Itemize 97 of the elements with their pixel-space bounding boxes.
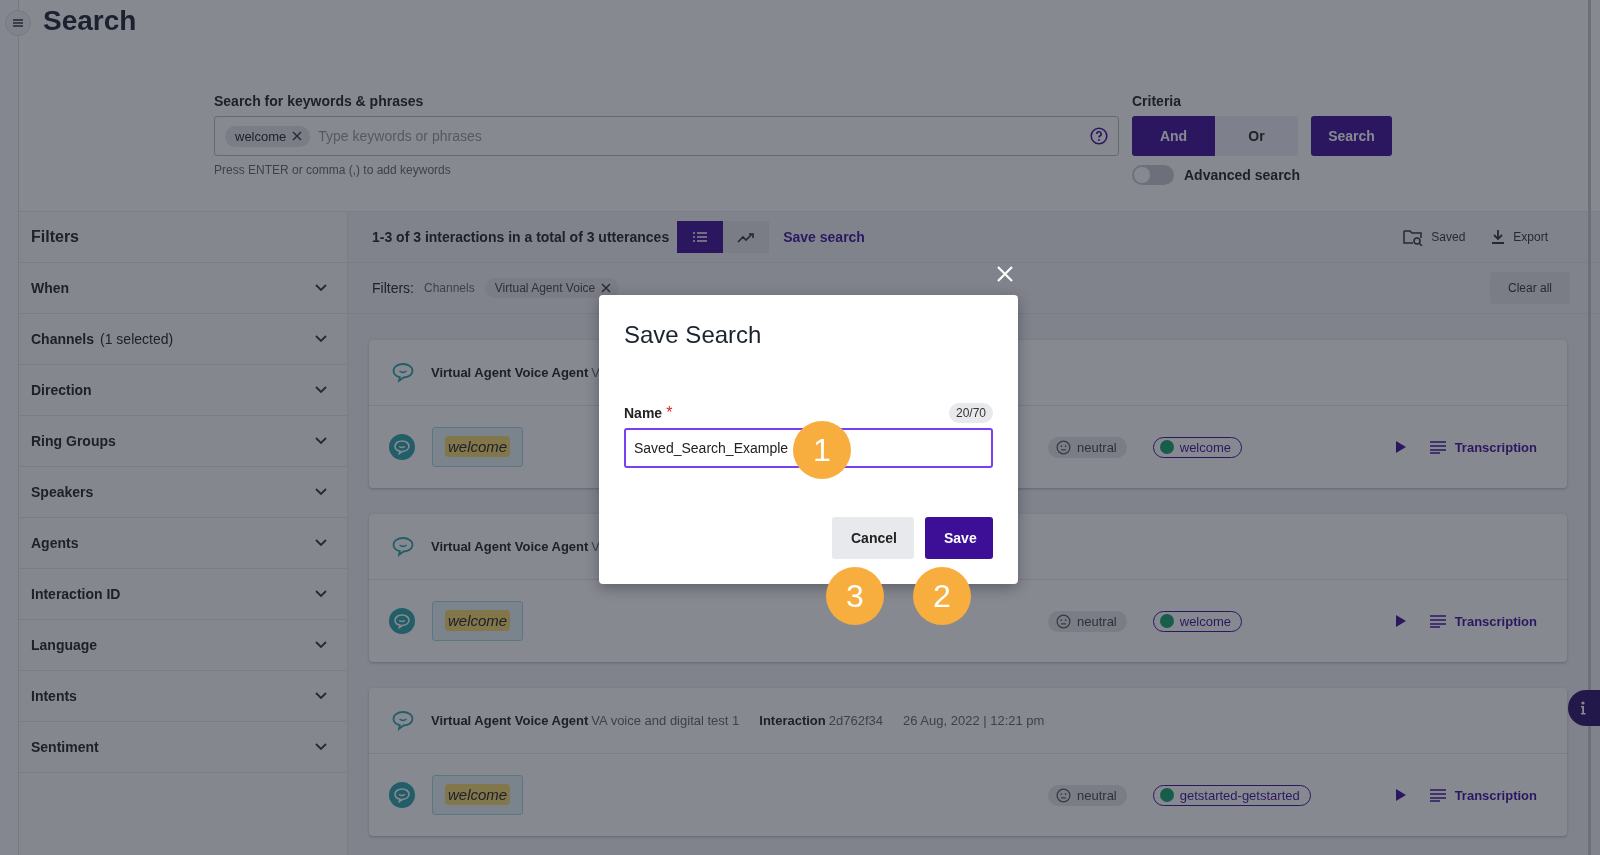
play-icon[interactable]: [1394, 614, 1407, 628]
chevron-down-icon: [315, 590, 327, 598]
hint-text: Press ENTER or comma (,) to add keywords: [214, 163, 452, 177]
dialog-title: Save Search: [624, 321, 763, 349]
info-icon: [1580, 701, 1586, 715]
neutral-face-icon: [1056, 787, 1071, 803]
filter-item[interactable]: Sentiment: [19, 722, 347, 773]
lines-icon: [1428, 614, 1447, 628]
chevron-down-icon: [315, 539, 327, 547]
criteria-option[interactable]: And: [1132, 116, 1215, 156]
date-time: 26 Aug, 2022 | 12:21 pm: [903, 713, 1045, 728]
chat-bubble-icon: [389, 434, 415, 460]
list-view-button[interactable]: [677, 221, 724, 253]
chevron-down-icon: [315, 641, 327, 649]
page-title: Search: [42, 4, 138, 38]
field-label: Name: [624, 405, 663, 421]
list-icon: [692, 231, 709, 243]
lines-icon: [1428, 440, 1447, 454]
sentiment-tag: neutral: [1048, 610, 1127, 632]
highlighted-keyword: welcome: [445, 610, 511, 631]
download-icon: [1491, 229, 1506, 245]
transcription-link[interactable]: Transcription: [1428, 787, 1537, 803]
filter-item[interactable]: Speakers: [19, 467, 347, 518]
agent-label: Agent: [551, 713, 589, 728]
filter-chip[interactable]: Virtual Agent Voice: [484, 278, 620, 298]
cancel-button[interactable]: Cancel: [832, 517, 914, 559]
trend-line-icon: [737, 231, 756, 243]
chat-bubble-icon: [391, 535, 415, 558]
clear-all-button[interactable]: Clear all: [1490, 272, 1570, 304]
filter-count: (1 selected): [100, 331, 174, 347]
results-summary: 1-3 of 3 interactions in a total of 3 utterances: [372, 229, 670, 245]
criteria-label: Criteria: [1132, 93, 1183, 109]
menu-icon: [12, 18, 24, 28]
filters-label: Filters:: [372, 280, 414, 296]
remove-icon[interactable]: [292, 131, 303, 141]
remove-icon[interactable]: [601, 283, 612, 293]
chat-bubble-icon: [391, 361, 415, 384]
interaction-label: Interaction: [759, 713, 826, 728]
channel-name: Virtual Agent Voice: [431, 365, 549, 380]
agent-name: V: [591, 365, 601, 380]
help-icon[interactable]: [1090, 127, 1108, 145]
save-search-link[interactable]: Save search: [783, 229, 865, 245]
criteria-option[interactable]: Or: [1215, 116, 1298, 156]
chat-bubble-icon: [389, 782, 415, 808]
status-dot: [1159, 788, 1174, 802]
transcription-link[interactable]: Transcription: [1428, 439, 1537, 455]
lines-icon: [1428, 788, 1447, 802]
interaction-id: 2d762f34: [828, 713, 883, 728]
filters-heading: Filters: [19, 212, 347, 263]
filter-item[interactable]: Language: [19, 620, 347, 671]
sentiment-tag: neutral: [1048, 436, 1127, 458]
character-counter: 20/70: [948, 403, 993, 423]
search-label: Search for keywords & phrases: [214, 93, 425, 109]
chevron-down-icon: [315, 386, 327, 394]
chevron-down-icon: [315, 284, 327, 292]
agent-label: Agent: [551, 539, 589, 554]
sentiment-tag: neutral: [1048, 784, 1127, 806]
filter-item[interactable]: Direction: [19, 365, 347, 416]
chat-bubble-icon: [389, 608, 415, 634]
agent-name: V: [591, 539, 601, 554]
play-icon[interactable]: [1394, 788, 1407, 802]
toggle-label: Advanced search: [1184, 167, 1300, 183]
filter-item[interactable]: Interaction ID: [19, 569, 347, 620]
chevron-down-icon: [315, 335, 327, 343]
agent-label: Agent: [551, 365, 589, 380]
highlighted-keyword: welcome: [445, 784, 511, 805]
neutral-face-icon: [1056, 439, 1071, 455]
folder-search-icon: [1403, 228, 1424, 246]
chevron-down-icon: [315, 437, 327, 445]
status-dot: [1159, 614, 1174, 628]
channel-name: Virtual Agent Voice: [431, 539, 549, 554]
filter-item[interactable]: Channels (1 selected): [19, 314, 347, 365]
status-dot: [1159, 440, 1174, 454]
filter-item[interactable]: Agents: [19, 518, 347, 569]
chevron-down-icon: [315, 692, 327, 700]
highlighted-keyword: welcome: [445, 436, 511, 457]
play-icon[interactable]: [1394, 440, 1407, 454]
keyword-chip[interactable]: welcome: [225, 125, 311, 147]
save-button[interactable]: Save: [925, 517, 993, 559]
filter-group-label: Channels: [424, 281, 475, 295]
chevron-down-icon: [315, 743, 327, 751]
transcription-link[interactable]: Transcription: [1428, 613, 1537, 629]
toggle-switch[interactable]: [1132, 165, 1174, 185]
filter-item[interactable]: Ring Groups: [19, 416, 347, 467]
neutral-face-icon: [1056, 613, 1071, 629]
agent-name: VA voice and digital test 1: [591, 713, 740, 728]
export-button[interactable]: Export: [1491, 228, 1548, 246]
filter-label: Channels: [31, 331, 94, 347]
saved-button[interactable]: Saved: [1403, 228, 1466, 246]
trend-view-button[interactable]: [723, 221, 770, 253]
channel-name: Virtual Agent Voice: [431, 713, 549, 728]
chat-bubble-icon: [391, 709, 415, 732]
chevron-down-icon: [315, 488, 327, 496]
search-button[interactable]: Search: [1311, 116, 1392, 156]
required-mark: *: [666, 404, 673, 421]
filter-item[interactable]: When: [19, 263, 347, 314]
filter-item[interactable]: Intents: [19, 671, 347, 722]
